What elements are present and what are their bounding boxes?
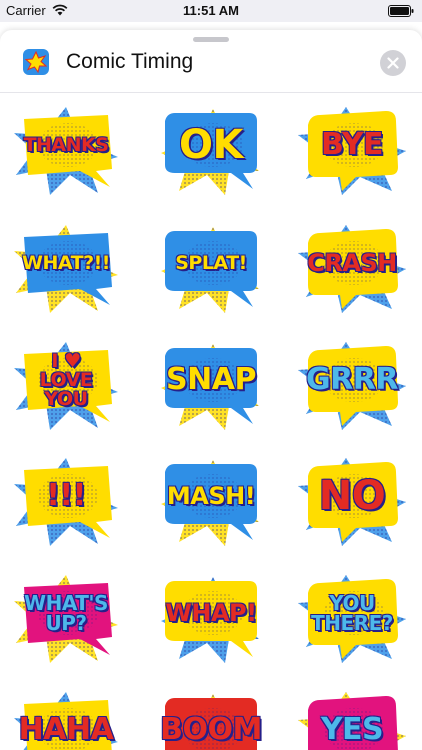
sticker-item[interactable]: I ♥ LOVE YOU: [10, 340, 122, 432]
sticker-item[interactable]: WHAP!: [155, 573, 267, 665]
sticker-label: !!!: [14, 481, 118, 511]
sticker-label: BOOM: [159, 715, 263, 745]
sticker-label-line: CRASH: [307, 249, 397, 277]
sticker-label: I ♥ LOVE YOU: [14, 352, 118, 409]
sticker-label: OK: [159, 125, 263, 165]
sticker-label-line: MASH!: [166, 482, 256, 510]
sticker-label: HAHA: [14, 715, 118, 745]
sticker-item[interactable]: HAHA: [10, 690, 122, 750]
sticker-label: SPLAT!: [159, 254, 263, 273]
sticker-label-line: WHAT'S: [24, 591, 108, 615]
sticker-label: MASH!: [159, 484, 263, 508]
sticker-item[interactable]: OK: [155, 105, 267, 197]
sticker-label: GRRR: [300, 365, 404, 395]
sticker-item[interactable]: CRASH: [296, 223, 408, 315]
sticker-label-line: NO: [318, 473, 386, 519]
battery-icon: [388, 5, 414, 17]
sticker-item[interactable]: !!!: [10, 456, 122, 548]
sticker-label: YES: [300, 715, 404, 745]
sticker-grid: THANKS OK BYE WHAT?!! SPLAT! CRASH I ♥ LOVE YOU S…: [0, 93, 422, 750]
sticker-item[interactable]: WHAT'S UP?: [10, 573, 122, 665]
sticker-label: BYE: [300, 130, 404, 160]
sticker-item[interactable]: SPLAT!: [155, 223, 267, 315]
sticker-item[interactable]: YES: [296, 690, 408, 750]
sticker-label-line: SPLAT!: [175, 252, 247, 274]
sticker-item[interactable]: MASH!: [155, 456, 267, 548]
sticker-label-line: OK: [179, 122, 244, 168]
sticker-label-line: THANKS: [23, 134, 109, 156]
sticker-label-line: WHAT?!!: [22, 252, 110, 274]
sticker-item[interactable]: BOOM: [155, 690, 267, 750]
sticker-label: WHAP!: [159, 601, 263, 625]
sticker-sheet: Comic Timing THANKS OK BYE WHAT?!! SPLAT! CRA…: [0, 30, 422, 750]
status-bar: Carrier 11:51 AM: [0, 0, 422, 22]
sticker-item[interactable]: SNAP: [155, 340, 267, 432]
close-icon: [387, 57, 399, 69]
sticker-label-line: HAHA: [18, 712, 114, 747]
app-title: Comic Timing: [66, 50, 194, 73]
sticker-item[interactable]: WHAT?!!: [10, 223, 122, 315]
sticker-label: SNAP: [159, 365, 263, 395]
close-button[interactable]: [380, 50, 406, 76]
comic-burst-icon: [23, 49, 49, 75]
sticker-label: YOU THERE?: [300, 593, 404, 633]
sticker-label-line: SNAP: [166, 362, 256, 397]
sticker-item[interactable]: THANKS: [10, 105, 122, 197]
sticker-label-line: UP?: [45, 611, 88, 635]
sticker-label: THANKS: [14, 136, 118, 155]
sheet-grabber[interactable]: [193, 37, 229, 42]
sticker-label-line: WHAP!: [165, 599, 257, 627]
sticker-label-line: YOU: [44, 388, 88, 410]
sticker-label-line: GRRR: [306, 362, 398, 397]
sticker-label: CRASH: [300, 251, 404, 275]
sticker-label-line: BOOM: [160, 712, 262, 747]
sticker-label-line: YOU: [329, 591, 375, 615]
sticker-label: NO: [300, 476, 404, 516]
sticker-label-line: YES: [320, 712, 384, 747]
sticker-label-line: !!!: [46, 478, 86, 513]
sticker-label: WHAT?!!: [14, 254, 118, 273]
sticker-label-line: THERE?: [311, 611, 393, 635]
sticker-item[interactable]: GRRR: [296, 340, 408, 432]
sticker-label: WHAT'S UP?: [14, 593, 118, 633]
clock: 11:51 AM: [183, 3, 239, 18]
sticker-item[interactable]: BYE: [296, 105, 408, 197]
sticker-item[interactable]: YOU THERE?: [296, 573, 408, 665]
sticker-label-line: BYE: [321, 127, 383, 162]
sticker-item[interactable]: NO: [296, 456, 408, 548]
